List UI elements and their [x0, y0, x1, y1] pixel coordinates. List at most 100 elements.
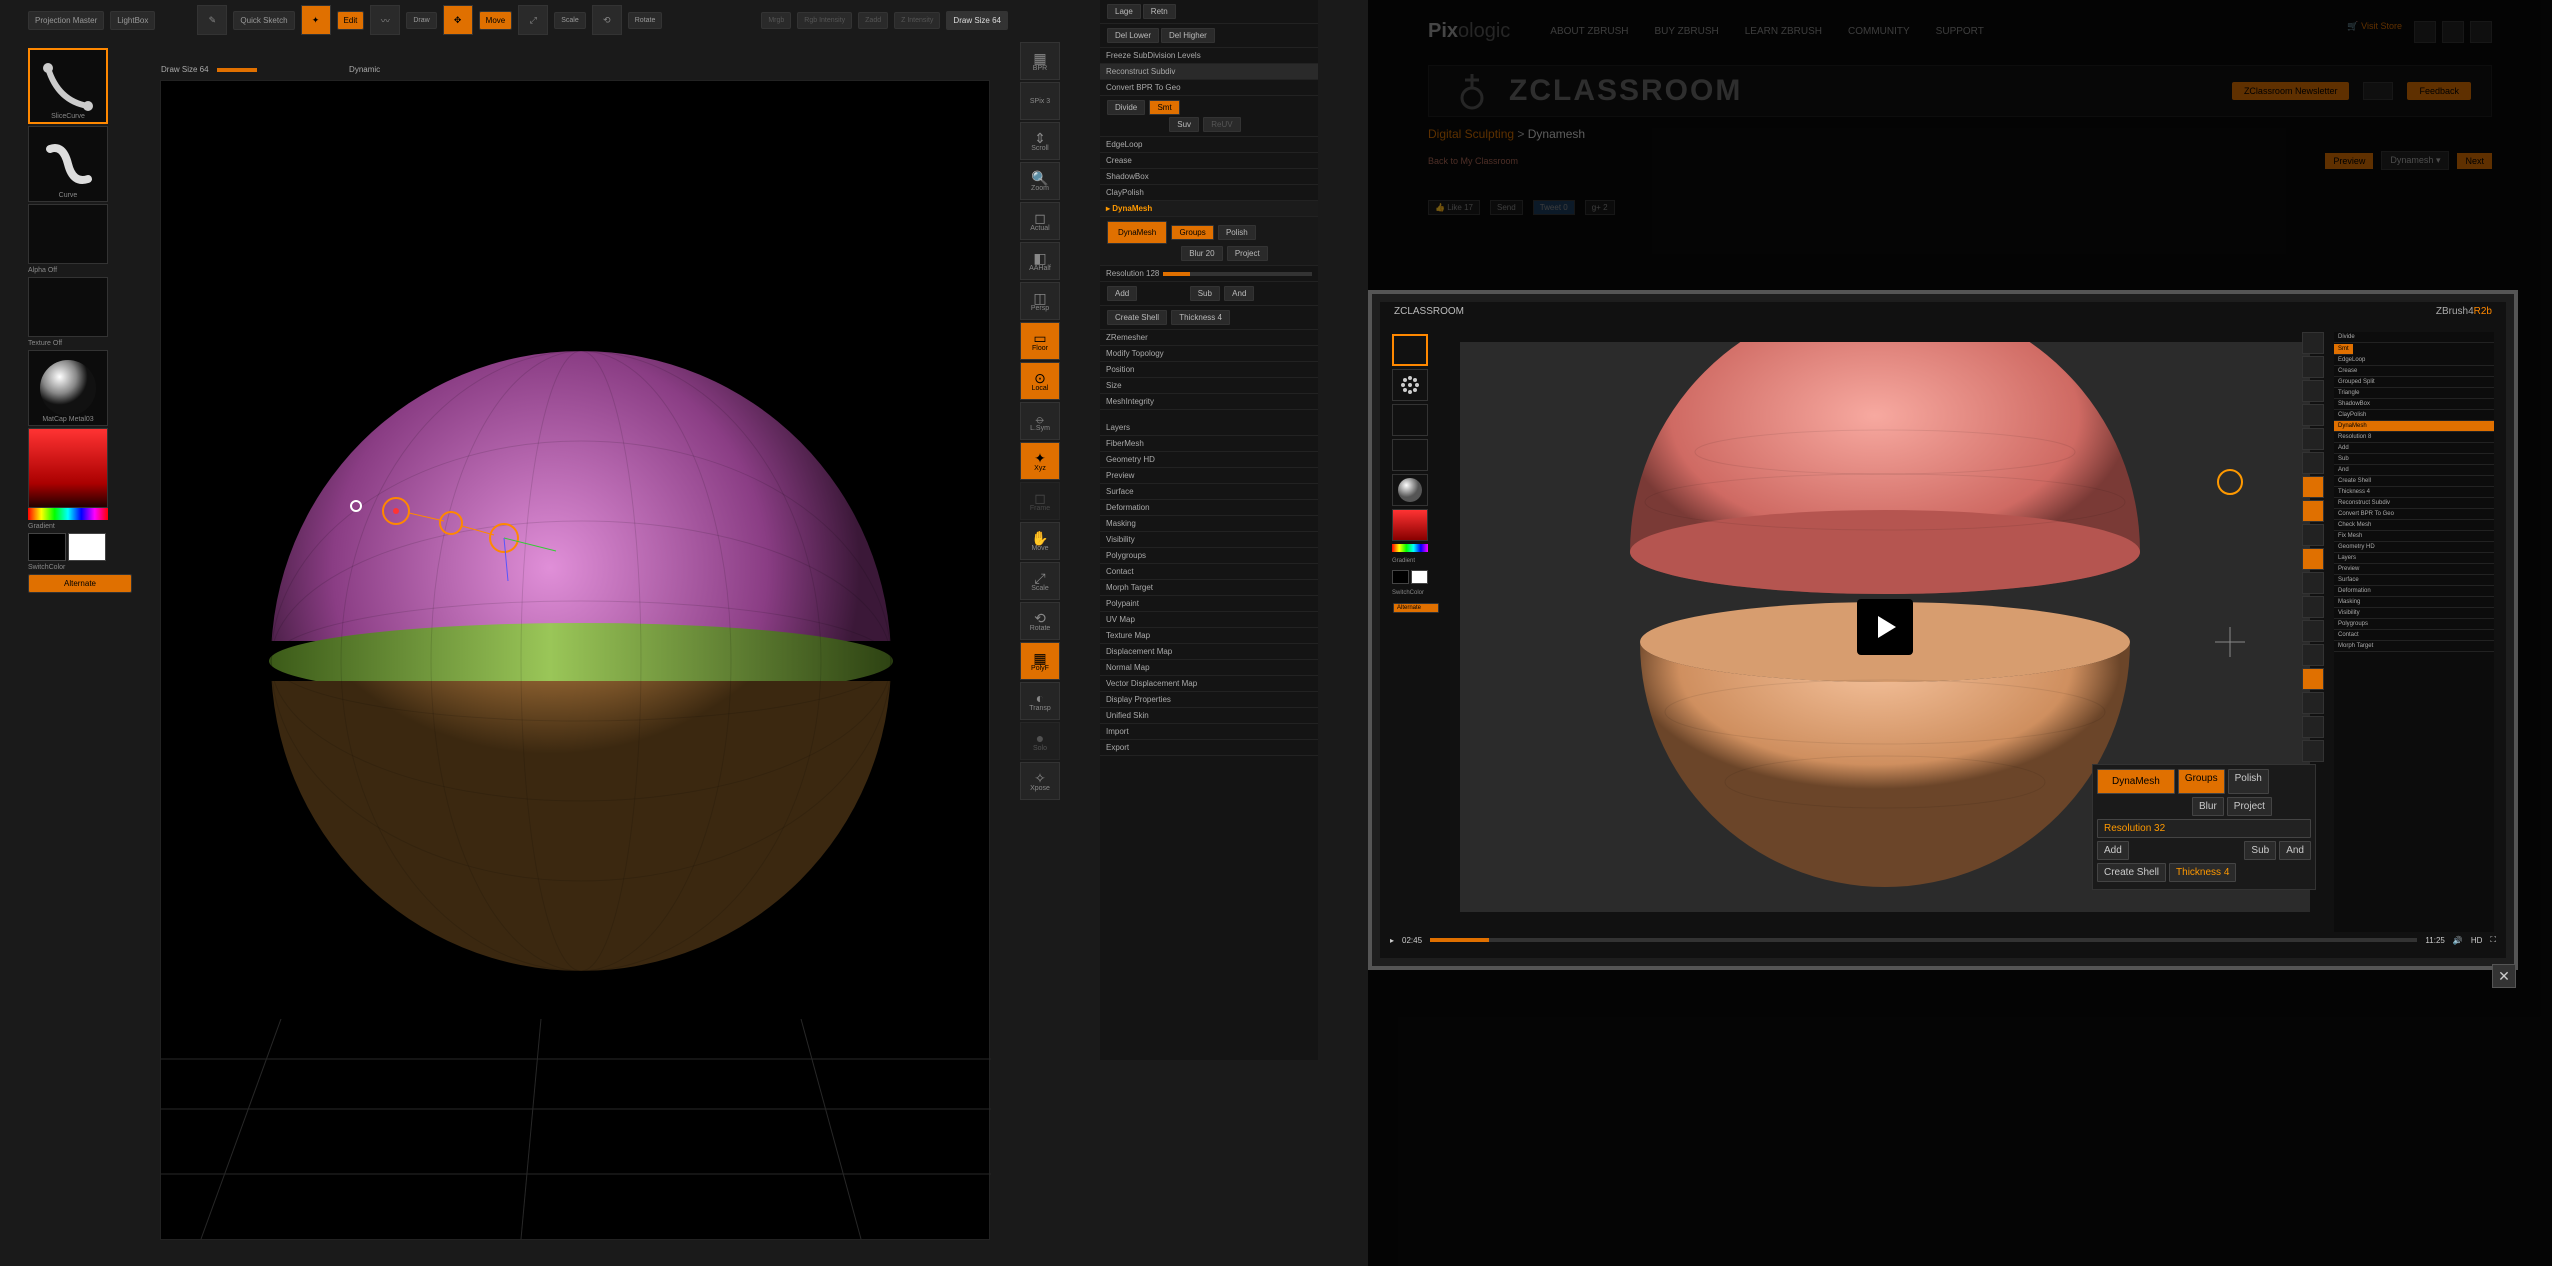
vrc[interactable]: [2302, 524, 2324, 546]
tp-section[interactable]: Texture Map: [1100, 628, 1318, 644]
move-mode-icon[interactable]: ✥: [443, 5, 473, 35]
tp-edgeloop[interactable]: EdgeLoop: [1100, 137, 1318, 153]
nav-about[interactable]: ABOUT ZBRUSH: [1550, 26, 1628, 37]
tag-next[interactable]: Next: [2457, 153, 2492, 169]
rotate-mode-icon[interactable]: ⟲: [592, 5, 622, 35]
tp-lage[interactable]: LageRetn: [1100, 0, 1318, 24]
video-alternate-button[interactable]: Alternate: [1393, 603, 1439, 613]
vrc-on[interactable]: [2302, 668, 2324, 690]
visit-store-button[interactable]: 🛒 Visit Store: [2347, 21, 2402, 43]
viewport-canvas[interactable]: Draw Size 64 Dynamic: [160, 80, 990, 1240]
tp-crease[interactable]: Crease: [1100, 153, 1318, 169]
reuv-button[interactable]: ReUV: [1203, 117, 1240, 132]
suv-button[interactable]: Suv: [1169, 117, 1199, 132]
vp-row[interactable]: Visibility: [2334, 608, 2494, 619]
dp-and[interactable]: And: [2279, 841, 2311, 860]
vp-row[interactable]: Reconstruct Subdiv: [2334, 498, 2494, 509]
vrc[interactable]: [2302, 692, 2324, 714]
tp-size[interactable]: Size: [1100, 378, 1318, 394]
fb-like-top[interactable]: 👍 Like 17: [1428, 200, 1480, 215]
tp-convert[interactable]: Convert BPR To Geo: [1100, 80, 1318, 96]
tp-section[interactable]: Geometry HD: [1100, 452, 1318, 468]
vrc[interactable]: [2302, 356, 2324, 378]
tp-reconstruct[interactable]: Reconstruct Subdiv: [1100, 64, 1318, 80]
vli-brush2[interactable]: [1392, 369, 1428, 401]
tp-position[interactable]: Position: [1100, 362, 1318, 378]
vp-row[interactable]: Geometry HD: [2334, 542, 2494, 553]
vli-color[interactable]: [1392, 509, 1428, 541]
vp-row[interactable]: Layers: [2334, 553, 2494, 564]
draw-mode-icon[interactable]: 〰: [370, 5, 400, 35]
dp-createshell[interactable]: Create Shell: [2097, 863, 2166, 882]
vrc[interactable]: [2302, 644, 2324, 666]
vp-row[interactable]: Sub: [2334, 454, 2494, 465]
vrc-on[interactable]: [2302, 548, 2324, 570]
brush-slicecurve[interactable]: SliceCurve: [28, 48, 108, 124]
tp-section[interactable]: FiberMesh: [1100, 436, 1318, 452]
dp-add[interactable]: Add: [2097, 841, 2129, 860]
social-fb2-icon[interactable]: [2470, 21, 2492, 43]
switchcolor-button[interactable]: SwitchColor: [28, 564, 132, 571]
move-nav-button[interactable]: ✋Move: [1020, 522, 1060, 560]
divide-button[interactable]: Divide: [1107, 100, 1145, 115]
vp-row[interactable]: Crease: [2334, 366, 2494, 377]
solo-button[interactable]: ●Solo: [1020, 722, 1060, 760]
scrub-track[interactable]: [1430, 938, 2417, 942]
dp-groups[interactable]: Groups: [2178, 769, 2225, 794]
vrc[interactable]: [2302, 332, 2324, 354]
dp-resolution[interactable]: Resolution 32: [2097, 819, 2311, 838]
tp-section[interactable]: Deformation: [1100, 500, 1318, 516]
vli-brush[interactable]: [1392, 334, 1428, 366]
vli-mat[interactable]: [1392, 474, 1428, 506]
tp-section[interactable]: Displacement Map: [1100, 644, 1318, 660]
vp-row[interactable]: And: [2334, 465, 2494, 476]
vp-row[interactable]: Triangle: [2334, 388, 2494, 399]
scale-button[interactable]: Scale: [554, 12, 586, 29]
vp-row[interactable]: Deformation: [2334, 586, 2494, 597]
move-button[interactable]: Move: [479, 11, 513, 30]
vp-row[interactable]: ClayPolish: [2334, 410, 2494, 421]
material-tile[interactable]: MatCap Metal03: [28, 350, 108, 426]
tp-freeze[interactable]: Freeze SubDivision Levels: [1100, 48, 1318, 64]
create-shell-button[interactable]: Create Shell: [1107, 310, 1167, 325]
dp-polish[interactable]: Polish: [2228, 769, 2269, 794]
tp-section[interactable]: Masking: [1100, 516, 1318, 532]
vli-3[interactable]: [1392, 404, 1428, 436]
fb-send-top[interactable]: Send: [1490, 200, 1523, 215]
tp-del[interactable]: Del LowerDel Higher: [1100, 24, 1318, 48]
quicksketch-icon[interactable]: ✎: [197, 5, 227, 35]
play-pause-icon[interactable]: ▸: [1390, 936, 1394, 945]
project-button[interactable]: Project: [1227, 246, 1268, 261]
stroke-tile[interactable]: [28, 204, 108, 264]
rotate-button[interactable]: Rotate: [628, 12, 663, 29]
vp-row[interactable]: DynaMesh: [2334, 421, 2494, 432]
vp-row[interactable]: Polygroups: [2334, 619, 2494, 630]
vp-row[interactable]: EdgeLoop: [2334, 355, 2494, 366]
polyf-button[interactable]: ▦PolyF: [1020, 642, 1060, 680]
dp-dynamesh[interactable]: DynaMesh: [2097, 769, 2175, 794]
draw-button[interactable]: Draw: [406, 12, 436, 29]
tag-dynamesh-dd[interactable]: Dynamesh ▾: [2381, 151, 2449, 170]
aahalf-button[interactable]: ◧AAHalf: [1020, 242, 1060, 280]
vrc-on[interactable]: [2302, 476, 2324, 498]
vp-row[interactable]: Surface: [2334, 575, 2494, 586]
tag-preview[interactable]: Preview: [2325, 153, 2373, 169]
nav-learn[interactable]: LEARN ZBRUSH: [1745, 26, 1822, 37]
vp-row[interactable]: Convert BPR To Geo: [2334, 509, 2494, 520]
volume-icon[interactable]: 🔊: [2453, 936, 2463, 945]
vp-row[interactable]: Contact: [2334, 630, 2494, 641]
tp-zremesher[interactable]: ZRemesher: [1100, 330, 1318, 346]
projection-master-button[interactable]: Projection Master: [28, 11, 104, 30]
actual-button[interactable]: ◻Actual: [1020, 202, 1060, 240]
vrc[interactable]: [2302, 452, 2324, 474]
thickness-slider[interactable]: Thickness 4: [1171, 310, 1230, 325]
tp-section[interactable]: Surface: [1100, 484, 1318, 500]
fullscreen-icon[interactable]: ⛶: [2490, 935, 2496, 945]
edit-button[interactable]: Edit: [337, 11, 365, 30]
edit-mode-icon[interactable]: ✦: [301, 5, 331, 35]
vrc[interactable]: [2302, 572, 2324, 594]
tp-section[interactable]: Layers: [1100, 420, 1318, 436]
vrc[interactable]: [2302, 428, 2324, 450]
vrc[interactable]: [2302, 716, 2324, 738]
color-swatches[interactable]: [28, 533, 132, 561]
